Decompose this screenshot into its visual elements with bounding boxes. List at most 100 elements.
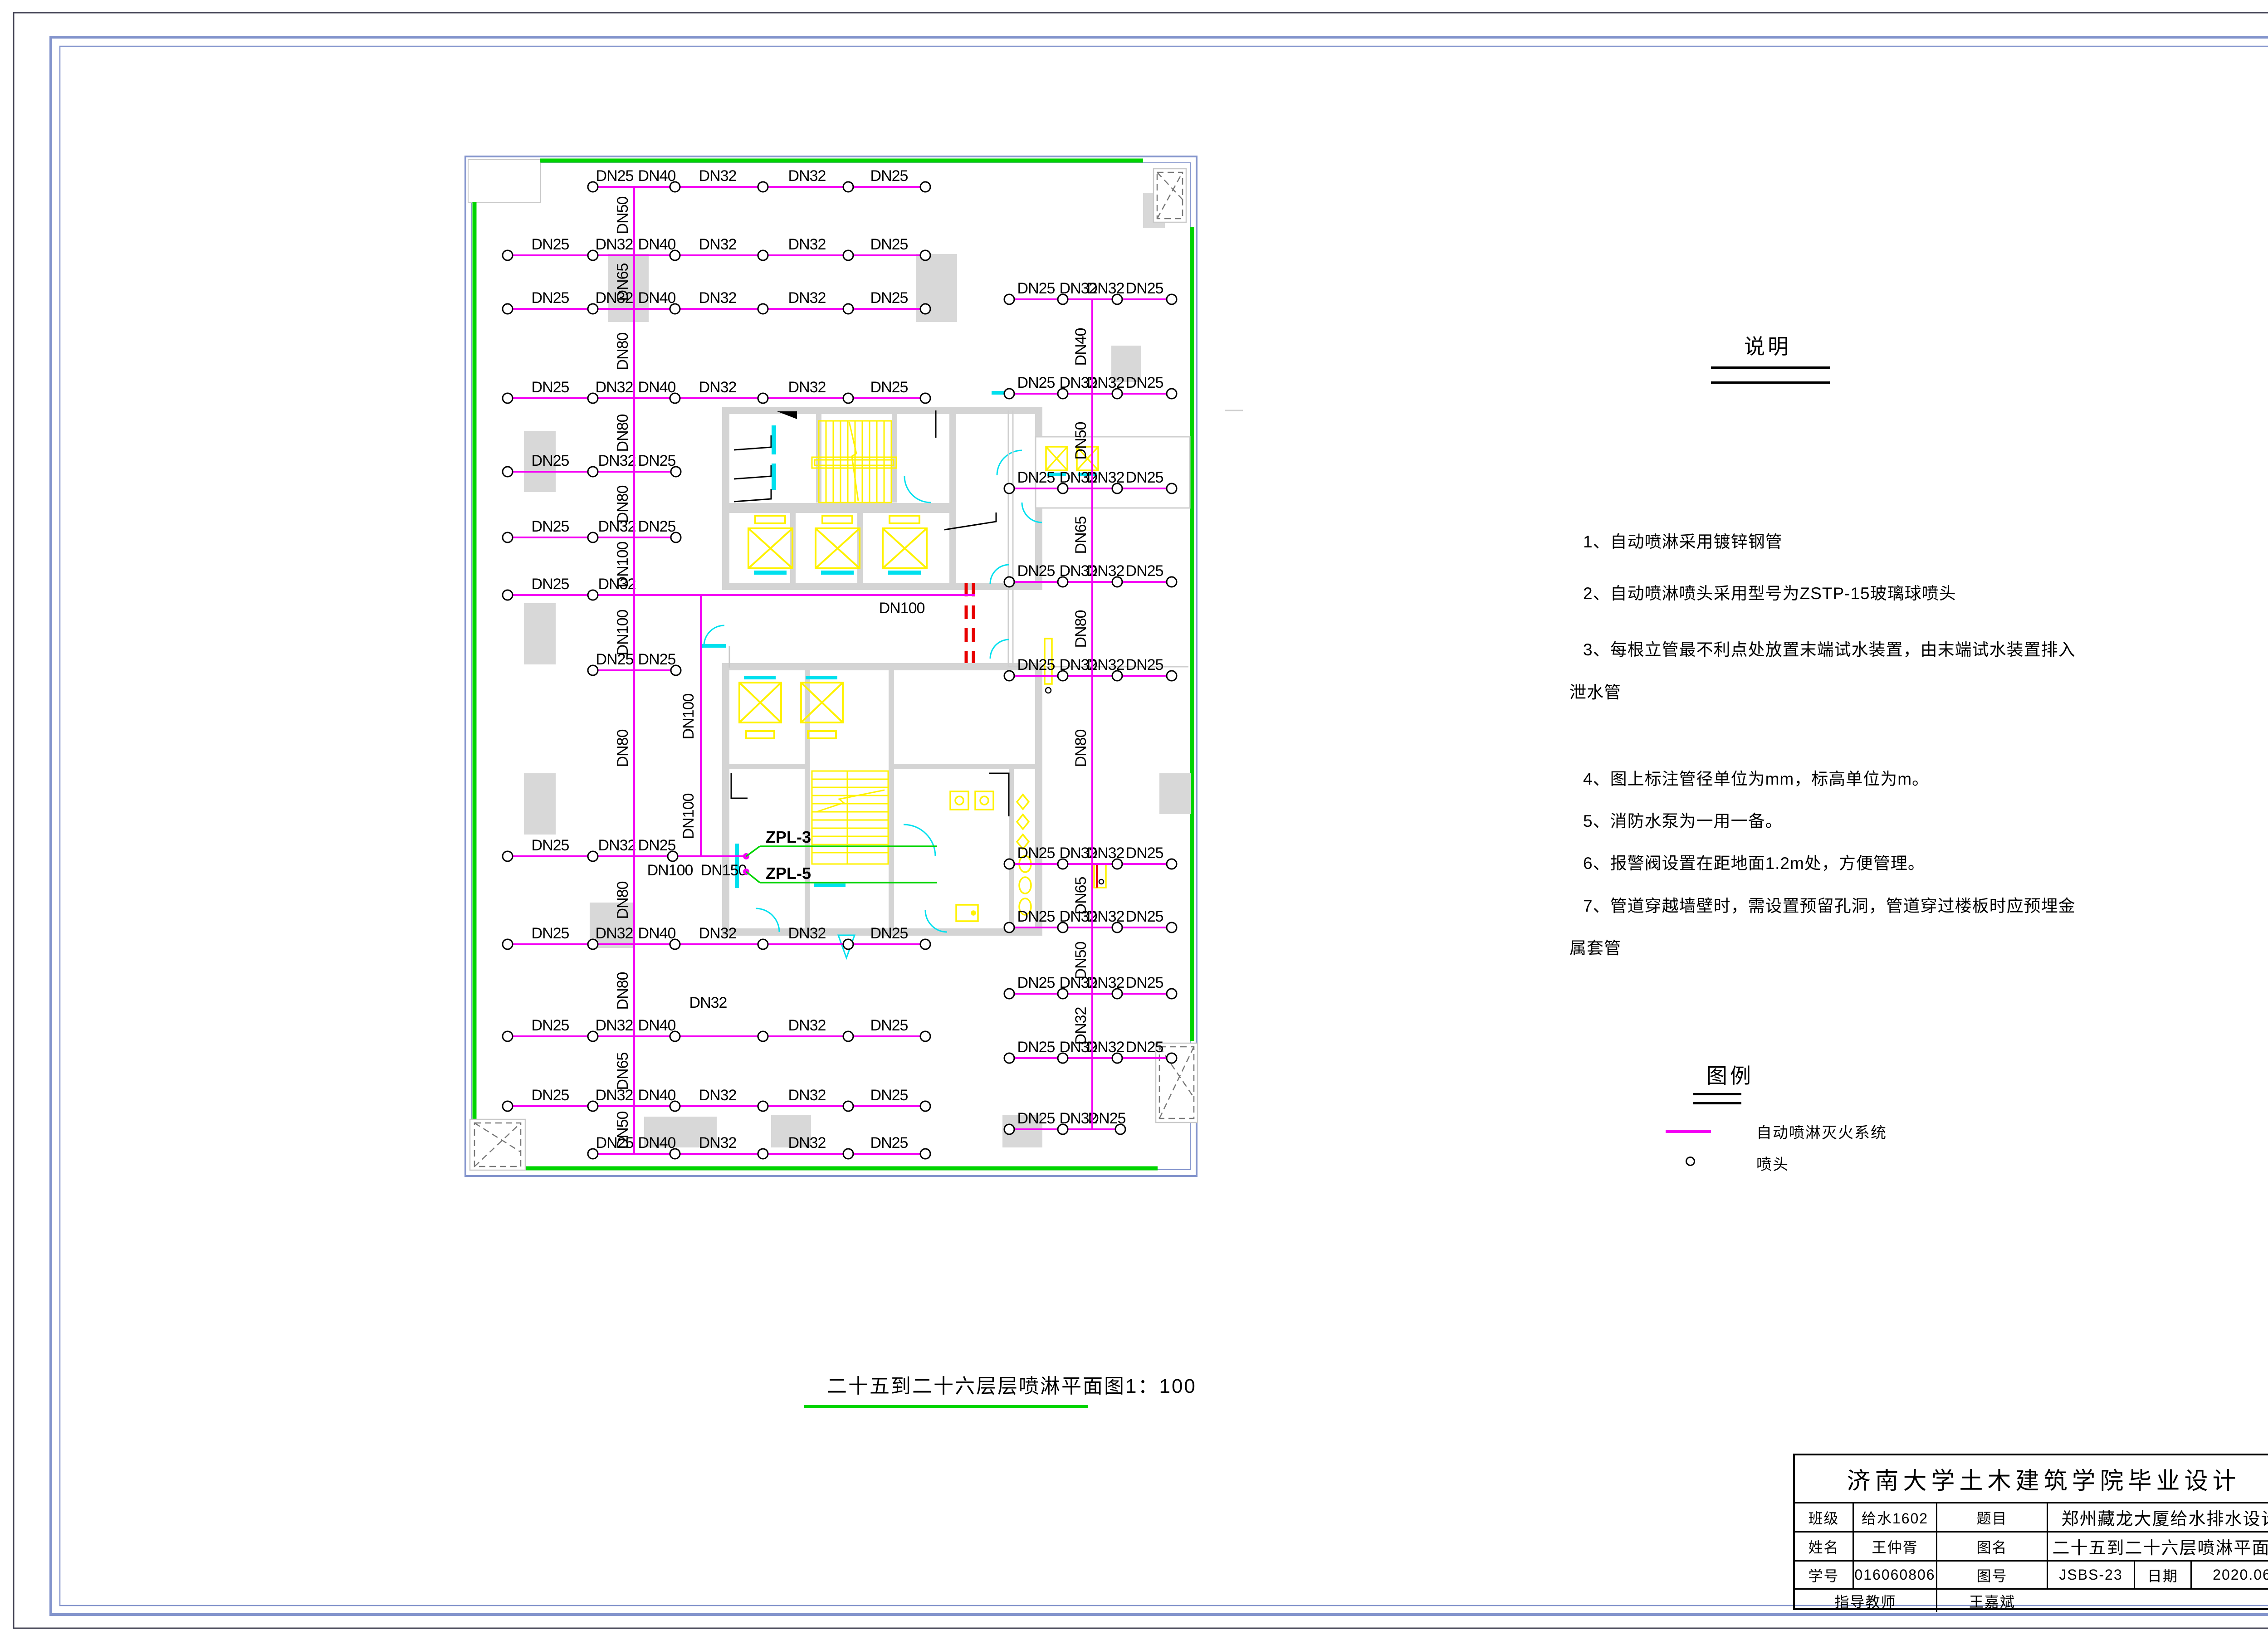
pipe-size-label: DN32 (699, 925, 737, 942)
pipe-size-label: DN25 (532, 452, 569, 469)
pipe-size-label: DN80 (614, 881, 631, 919)
legend-sprinkler-line-symbol (1666, 1130, 1711, 1133)
note-line: 6、报警阀设置在距地面1.2m处，方便管理。 (1583, 849, 1925, 874)
pipe-size-label: DN25 (1017, 974, 1055, 991)
pipe-size-label: DN32 (598, 837, 636, 854)
pipe-size-label: DN32 (699, 1134, 737, 1152)
note-line: 3、每根立管最不利点处放置末端试水装置，由末端试水装置排入 (1583, 636, 2076, 660)
cyan-wall-strip (772, 464, 776, 490)
pipe-size-label: DN25 (532, 379, 569, 396)
pipe-size-label: DN65 (1072, 516, 1090, 554)
topic-value: 郑州藏龙大厦给水排水设计 (2047, 1502, 2268, 1531)
core-lower (726, 667, 1039, 958)
pipe-size-label: DN65 (614, 263, 631, 301)
sprinkler-head-icon (843, 1101, 853, 1111)
sprinkler-head-icon (503, 393, 513, 403)
pipe-size-label: DN32 (788, 289, 826, 307)
pipe-size-label: DN32 (699, 289, 737, 307)
sprinkler-head-icon (758, 250, 768, 260)
pipe-size-label: DN50 (1072, 942, 1090, 979)
pipe-size-label: DN80 (614, 332, 631, 370)
equipment-box-top-right (1154, 169, 1186, 222)
pipe-size-label: DN25 (870, 289, 908, 307)
pipe-size-label: DN25 (1126, 374, 1163, 391)
sprinkler-head-icon (1004, 671, 1014, 681)
pipe-size-label: DN25 (532, 837, 569, 854)
sprinkler-head-icon (843, 393, 853, 403)
pipe-size-label: DN32 (596, 236, 633, 253)
sprinkler-head-icon (758, 182, 768, 192)
legend-item-label: 自动喷淋灭火系统 (1756, 1120, 1887, 1142)
pipe-size-label: DN25 (1017, 374, 1055, 391)
figname-label: 图名 (1936, 1531, 2047, 1560)
sprinkler-head-icon (503, 250, 513, 260)
pipe-size-label: DN32 (699, 236, 737, 253)
sprinkler-head-icon (503, 939, 513, 949)
title-block: 济南大学土木建筑学院毕业设计 班级 给水1602 题目 郑州藏龙大厦给水排水设计… (1793, 1454, 2268, 1610)
figno-value: JSBS-23 (2047, 1560, 2134, 1588)
pipe-size-label: DN32 (788, 379, 826, 396)
advisor-label: 指导教师 (1795, 1588, 1936, 1612)
advisor-value: 王嘉斌 (1936, 1588, 2268, 1612)
caption-underline (804, 1405, 1088, 1408)
pipe-size-label: DN80 (1072, 610, 1090, 648)
pipe-size-label: DN32 (788, 236, 826, 253)
pipe-size-label: DN100 (680, 693, 697, 739)
pipe-size-label: DN25 (532, 925, 569, 942)
pipe-size-label: DN25 (1126, 844, 1163, 862)
sprinkler-head-icon (843, 182, 853, 192)
pipe-size-label: DN32 (596, 1017, 633, 1034)
date-value: 2020.06 (2190, 1560, 2268, 1588)
pipe-size-label: DN80 (614, 414, 631, 452)
sprinkler-head-icon (1004, 483, 1014, 493)
sprinkler-head-icon (758, 1149, 768, 1159)
pipe-size-label: DN32 (788, 1017, 826, 1034)
sprinkler-head-icon (843, 1031, 853, 1041)
sprinkler-head-icon (1004, 859, 1014, 869)
pipe-size-label: DN25 (870, 379, 908, 396)
sprinkler-head-icon (920, 1101, 930, 1111)
pipe-size-label: DN25 (532, 1087, 569, 1104)
pipe-size-label: DN32 (689, 994, 727, 1011)
pipe-size-label: DN100 (614, 610, 631, 655)
pipe-size-label: DN50 (614, 1111, 631, 1149)
pipe-size-label: DN25 (638, 452, 676, 469)
sprinkler-head-icon (843, 939, 853, 949)
sprinkler-head-icon (1167, 859, 1177, 869)
topic-label: 题目 (1936, 1502, 2047, 1531)
note-line: 泄水管 (1569, 678, 1621, 703)
pipe-size-label: DN32 (596, 379, 633, 396)
pipe-size-label: DN40 (638, 289, 676, 307)
title-block-header: 济南大学土木建筑学院毕业设计 (1795, 1455, 2268, 1502)
pipe-size-label: DN25 (532, 518, 569, 535)
sprinkler-head-icon (920, 1031, 930, 1041)
notes-title: 说明 (1744, 330, 1791, 360)
pipe-size-label: DN32 (788, 167, 826, 185)
class-label: 班级 (1795, 1502, 1853, 1531)
sprinkler-head-icon (920, 250, 930, 260)
sprinkler-head-icon (1167, 483, 1177, 493)
pipe-size-label: DN40 (638, 925, 676, 942)
equipment-box-bottom-left (470, 1119, 525, 1170)
pipe-size-label: DN25 (870, 236, 908, 253)
pipe-size-label: DN25 (532, 236, 569, 253)
sprinkler-head-icon (920, 1149, 930, 1159)
notes-rule (1711, 366, 1830, 369)
sprinkler-head-icon (1167, 671, 1177, 681)
sprinkler-head-icon (1167, 1053, 1177, 1063)
pipe-size-label: DN25 (870, 1087, 908, 1104)
pipe-size-label: DN32 (788, 1087, 826, 1104)
pipe-size-label: DN25 (1017, 908, 1055, 925)
note-line: 2、自动喷淋喷头采用型号为ZSTP-15玻璃球喷头 (1583, 580, 1956, 604)
legend-rule (1693, 1093, 1741, 1095)
zpl-riser-label: ZPL-3 (766, 828, 811, 846)
drawing-sheet: DN25 DN40 DN32 DN32 DN25 DN25 DN32 DN40 DN32 DN32… (0, 0, 2268, 1640)
pipe-size-label: DN25 (638, 651, 676, 668)
sprinkler-head-icon (588, 467, 598, 477)
pipe-size-label: DN25 (1088, 1110, 1126, 1127)
pipe-size-label: DN32 (596, 925, 633, 942)
sprinkler-head-icon (1004, 1124, 1014, 1134)
pipe-size-label: DN25 (870, 925, 908, 942)
sprinkler-head-icon (503, 1101, 513, 1111)
note-line: 4、图上标注管径单位为mm，标高单位为m。 (1583, 765, 1929, 790)
